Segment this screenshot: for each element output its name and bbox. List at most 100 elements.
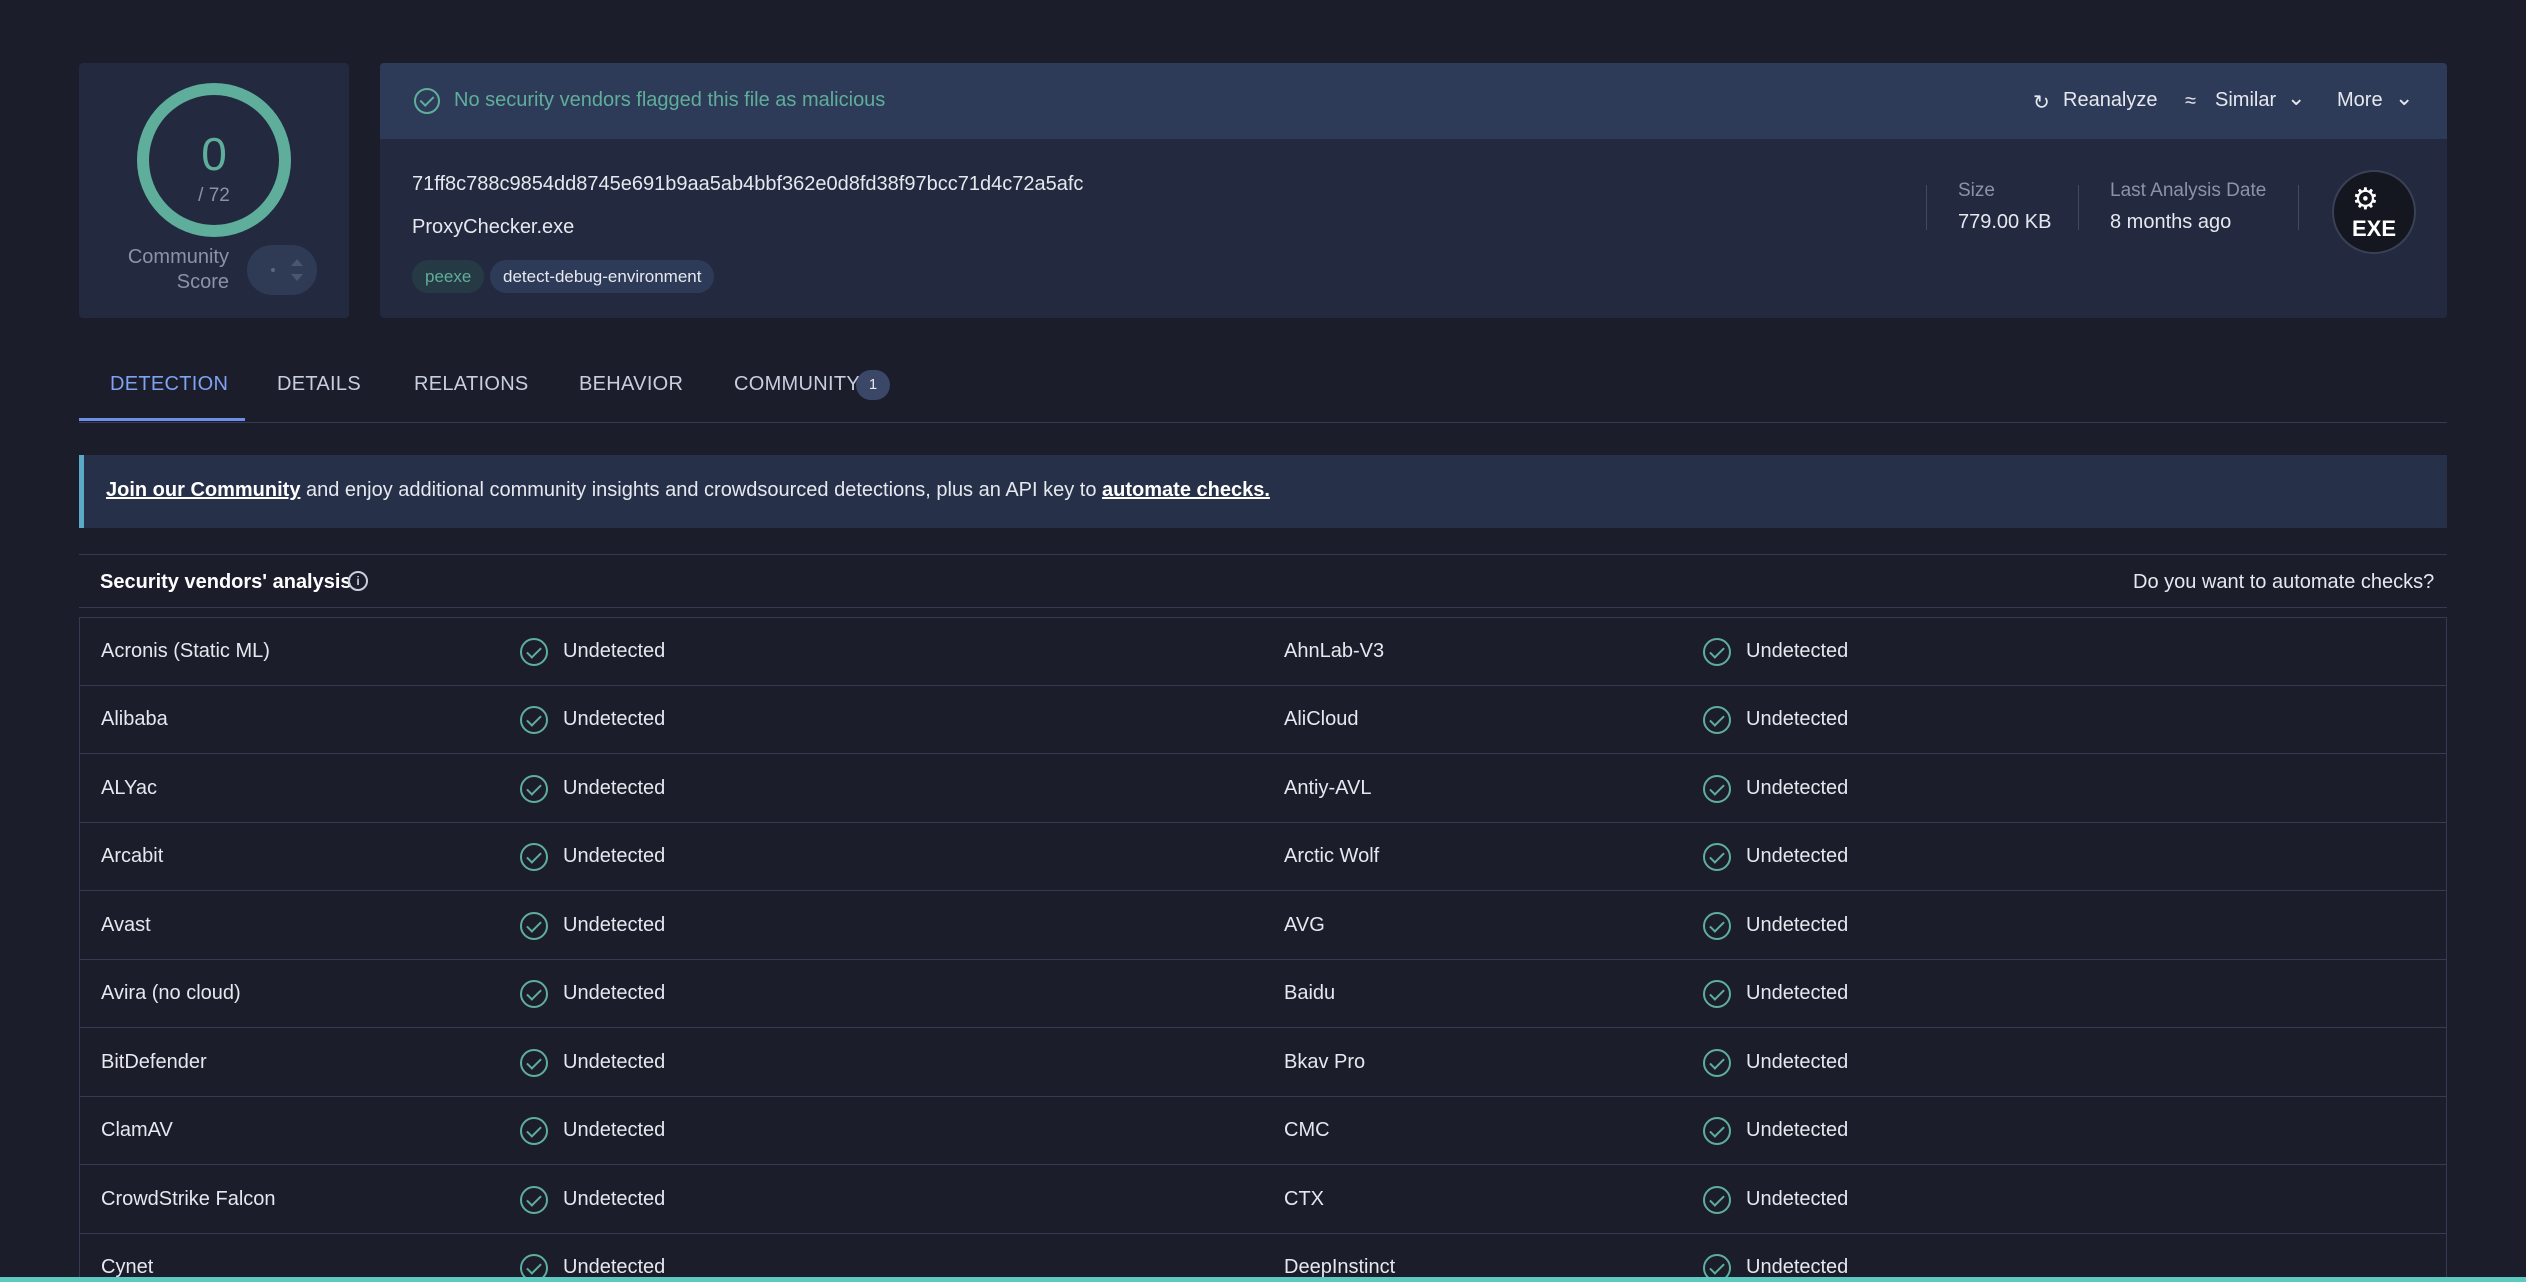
tab-divider <box>79 422 2447 423</box>
vendor-name: Acronis (Static ML) <box>101 640 270 662</box>
vendor-name: Bkav Pro <box>1284 1051 1366 1073</box>
check-circle-icon <box>520 638 548 666</box>
active-tab-indicator <box>79 418 245 421</box>
divider <box>79 607 2447 608</box>
file-hash[interactable]: 71ff8c788c9854dd8745e691b9aa5ab4bbf362e0… <box>412 173 1083 196</box>
table-row: Avast Undetected AVG Undetected <box>80 892 2446 960</box>
vendor-name: BitDefender <box>101 1051 207 1073</box>
vendor-name: AVG <box>1284 914 1325 936</box>
info-icon[interactable]: i <box>348 571 368 591</box>
automate-checks-link[interactable]: automate checks. <box>1102 479 1270 501</box>
check-circle-icon <box>520 980 548 1008</box>
size-label: Size <box>1958 180 1995 201</box>
community-label-line1: Community <box>127 246 229 268</box>
detection-score-card: 0 / 72 Community Score <box>79 63 349 318</box>
table-row: Alibaba Undetected AliCloud Undetected <box>80 686 2446 754</box>
divider <box>79 554 2447 555</box>
check-circle-icon <box>414 88 440 114</box>
tag-peexe[interactable]: peexe <box>412 260 485 293</box>
table-row: Avira (no cloud) Undetected Baidu Undete… <box>80 960 2446 1028</box>
tab-detection[interactable]: DETECTION <box>110 373 228 396</box>
check-circle-icon <box>520 1049 548 1077</box>
last-analysis-value: 8 months ago <box>2110 211 2232 233</box>
table-row: Arcabit Undetected Arctic Wolf Undetecte… <box>80 823 2446 891</box>
vendor-result: Undetected <box>1746 1051 1849 1073</box>
tab-relations[interactable]: RELATIONS <box>414 373 529 396</box>
tab-details[interactable]: DETAILS <box>277 373 361 396</box>
vendor-result: Undetected <box>563 708 666 730</box>
vendor-name: CTX <box>1284 1188 1324 1210</box>
last-analysis-label: Last Analysis Date <box>2110 180 2267 201</box>
vendor-name: Arcabit <box>101 845 164 867</box>
chevron-down-icon[interactable]: ⌄ <box>2287 85 2305 111</box>
check-circle-icon <box>1703 1049 1731 1077</box>
join-community-link[interactable]: Join our Community <box>106 479 300 501</box>
similar-button[interactable]: Similar <box>2215 89 2276 112</box>
vendor-name: Arctic Wolf <box>1284 845 1380 867</box>
community-count-badge: 1 <box>856 370 890 400</box>
vendor-result: Undetected <box>1746 777 1849 799</box>
check-circle-icon <box>1703 706 1731 734</box>
check-circle-icon <box>1703 1186 1731 1214</box>
banner-body: and enjoy additional community insights … <box>300 479 1103 501</box>
vendor-total: / 72 <box>198 185 230 206</box>
community-score-label: Community Score <box>119 245 229 295</box>
file-summary-panel: No security vendors flagged this file as… <box>380 63 2447 318</box>
gears-icon: ⚙ <box>2352 183 2379 216</box>
status-bar: No security vendors flagged this file as… <box>380 63 2447 139</box>
check-circle-icon <box>520 1117 548 1145</box>
vendor-result: Undetected <box>563 777 666 799</box>
community-vote-toggle[interactable] <box>247 245 317 295</box>
size-value: 779.00 KB <box>1958 211 2052 233</box>
vendor-result: Undetected <box>563 640 666 662</box>
vendor-name: ClamAV <box>101 1119 173 1141</box>
table-row: Cynet Undetected DeepInstinct Undetected <box>80 1234 2446 1282</box>
score-ring: 0 / 72 <box>137 83 291 237</box>
check-circle-icon <box>1703 1117 1731 1145</box>
status-message: No security vendors flagged this file as… <box>454 89 886 111</box>
vendor-result: Undetected <box>1746 914 1849 936</box>
check-circle-icon <box>1703 843 1731 871</box>
vendor-name: Avira (no cloud) <box>101 982 241 1004</box>
vendor-result: Undetected <box>1746 708 1849 730</box>
vendor-name: Antiy-AVL <box>1284 777 1372 799</box>
more-button[interactable]: More <box>2337 89 2383 112</box>
vendor-result: Undetected <box>563 982 666 1004</box>
vote-up-icon[interactable] <box>291 259 303 266</box>
vendor-result: Undetected <box>1746 845 1849 867</box>
vendor-name: Baidu <box>1284 982 1336 1004</box>
vendor-name: AliCloud <box>1284 708 1359 730</box>
check-circle-icon <box>1703 638 1731 666</box>
community-banner: Join our Community and enjoy additional … <box>79 455 2447 528</box>
vendor-name: Cynet <box>101 1256 154 1278</box>
section-title: Security vendors' analysis <box>100 571 352 593</box>
tag-detect-debug-environment[interactable]: detect-debug-environment <box>490 260 715 293</box>
check-circle-icon <box>520 775 548 803</box>
tab-community[interactable]: COMMUNITY <box>734 373 860 396</box>
table-row: ClamAV Undetected CMC Undetected <box>80 1097 2446 1165</box>
exe-file-type-icon: ⚙ EXE <box>2332 170 2416 254</box>
vendor-result: Undetected <box>1746 1188 1849 1210</box>
chevron-down-icon[interactable]: ⌄ <box>2395 85 2413 111</box>
vendor-result: Undetected <box>1746 1256 1849 1278</box>
vendor-result: Undetected <box>1746 1119 1849 1141</box>
reanalyze-icon[interactable]: ↻ <box>2033 90 2050 115</box>
vendor-name: Avast <box>101 914 151 936</box>
reanalyze-button[interactable]: Reanalyze <box>2063 89 2158 112</box>
vendor-table: Acronis (Static ML) Undetected AhnLab-V3… <box>79 617 2447 1282</box>
vendor-name: ALYac <box>101 777 157 799</box>
detection-count: 0 <box>201 128 227 180</box>
vendor-name: AhnLab-V3 <box>1284 640 1385 662</box>
automate-checks-link[interactable]: Do you want to automate checks? <box>2133 571 2434 594</box>
community-label-line2: Score <box>176 271 229 293</box>
vendor-result: Undetected <box>563 1119 666 1141</box>
similar-icon[interactable]: ≈ <box>2185 90 2196 113</box>
tab-behavior[interactable]: BEHAVIOR <box>579 373 683 396</box>
banner-text: Join our Community and enjoy additional … <box>106 479 1270 502</box>
table-row: ALYac Undetected Antiy-AVL Undetected <box>80 755 2446 823</box>
vote-down-icon[interactable] <box>291 274 303 281</box>
vendor-result: Undetected <box>563 914 666 936</box>
vendor-result: Undetected <box>1746 982 1849 1004</box>
vendor-name: CrowdStrike Falcon <box>101 1188 276 1210</box>
check-circle-icon <box>1703 980 1731 1008</box>
